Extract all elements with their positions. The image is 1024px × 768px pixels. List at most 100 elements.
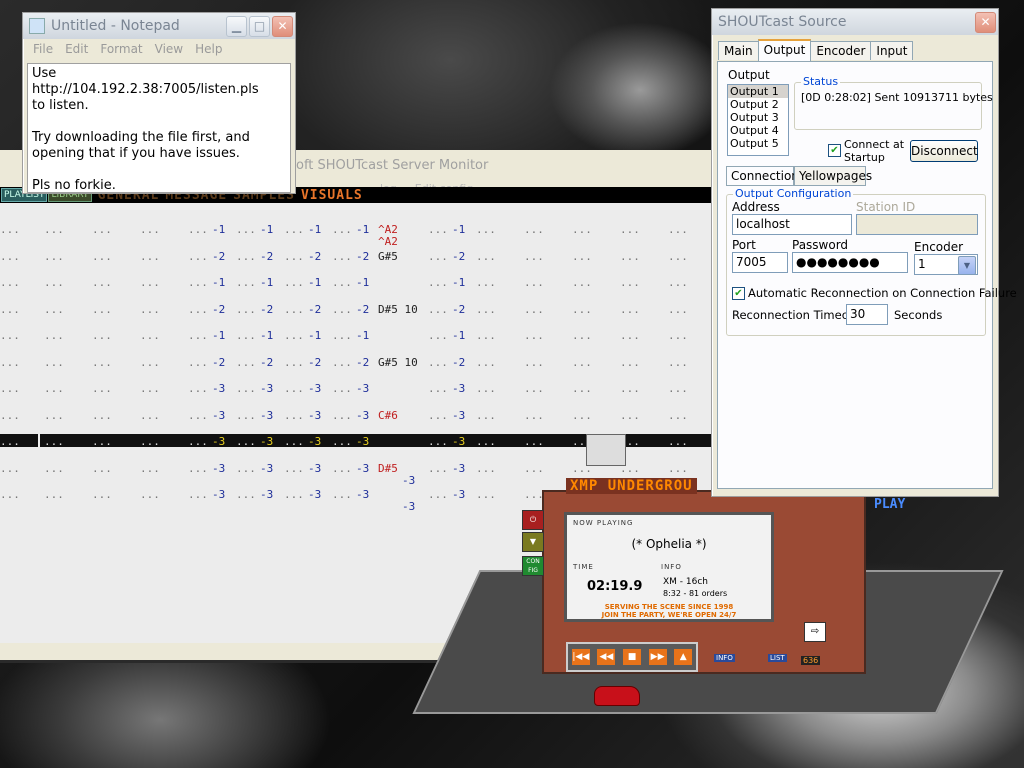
empty-cell: ... [524,382,544,395]
pattern-row[interactable]: ........................................… [0,303,712,316]
rewind-button[interactable]: ◀◀ [597,649,616,665]
encoder-select[interactable]: 1 ▼ [914,254,978,275]
subtab-connection[interactable]: Connection [726,166,799,186]
output-item-1[interactable]: Output 1 [728,85,788,98]
volume-cell: -2 [212,355,226,369]
tab-visuals[interactable]: VISUALS [301,188,363,203]
empty-cell: ... [188,223,208,236]
empty-cell: ... [92,249,112,263]
volume-button[interactable]: ▼ [522,532,544,552]
tab-main[interactable]: Main [718,41,759,60]
port-input[interactable]: 7005 [732,252,788,273]
song-title: (* Ophelia *) [631,537,707,551]
volume-cell: -3 [452,408,466,422]
close-button[interactable]: ✕ [272,15,293,37]
maximize-button[interactable]: □ [249,15,270,37]
power-button[interactable]: ⏻ [522,510,544,530]
prev-track-button[interactable]: |◀◀ [571,649,590,665]
empty-cell: ... [44,223,64,236]
menu-help[interactable]: Help [195,42,222,56]
empty-cell: ... [140,223,160,236]
empty-cell: ... [572,329,592,342]
forward-button[interactable]: ▶▶ [648,649,667,665]
eject-button[interactable]: ▲ [674,649,693,665]
tab-encoder[interactable]: Encoder [810,41,872,60]
stop-button[interactable]: ■ [622,649,641,665]
empty-cell: ... [332,276,352,289]
notepad-titlebar[interactable]: Untitled - Notepad ▁ □ ✕ [23,13,295,39]
reconnect-timeout-input[interactable]: 30 [846,304,888,325]
output-item-3[interactable]: Output 3 [728,111,788,124]
empty-cell: ... [0,435,20,448]
sub-note-cell: -3 [402,500,416,513]
shoutcast-close-button[interactable]: ✕ [975,11,996,33]
slogan-line-2: JOIN THE PARTY, WE'RE OPEN 24/7 [601,611,737,619]
info-button[interactable]: INFO [714,654,735,662]
pattern-row[interactable]: ........................................… [0,250,712,263]
pattern-row[interactable]: ........................................… [0,382,712,395]
volume-cell: -1 [212,329,226,342]
pattern-row[interactable]: ........................................… [0,409,712,422]
volume-cell: -2 [356,249,370,263]
empty-cell: ... [332,302,352,316]
empty-cell: ... [620,223,640,236]
menu-file[interactable]: File [33,42,53,56]
subtab-yellowpages[interactable]: Yellowpages [794,166,872,186]
disconnect-button[interactable]: Disconnect [910,140,978,162]
output-item-5[interactable]: Output 5 [728,137,788,150]
output-list[interactable]: Output 1 Output 2 Output 3 Output 4 Outp… [727,84,789,156]
password-input[interactable]: ●●●●●●●● [792,252,908,273]
address-input[interactable]: localhost [732,214,852,235]
volume-cell: -2 [212,302,226,316]
empty-cell: ... [572,408,592,422]
pattern-row[interactable]: ........................................… [0,276,712,289]
auto-reconnect-label: Automatic Reconnection on Connection Fai… [748,286,1017,300]
list-button[interactable]: LIST [768,654,787,662]
tab-output[interactable]: Output [757,39,812,62]
menu-format[interactable]: Format [100,42,142,56]
volume-cell: -3 [308,488,322,501]
empty-cell: ... [476,223,496,236]
empty-cell: ... [476,355,496,369]
open-file-icon[interactable]: ⇨ [804,622,826,642]
volume-cell: -2 [260,249,274,263]
empty-cell: ... [332,435,352,448]
transport-controls: |◀◀ ◀◀ ■ ▶▶ ▲ [566,642,698,672]
empty-cell: ... [0,408,20,422]
empty-cell: ... [284,435,304,448]
minimize-button[interactable]: ▁ [226,15,247,37]
empty-cell: ... [620,408,640,422]
output-item-4[interactable]: Output 4 [728,124,788,137]
empty-cell: ... [188,382,208,395]
auto-reconnect-checkbox[interactable]: ✔ [732,287,745,300]
volume-cell: -2 [308,302,322,316]
server-monitor-title: oft SHOUTcast Server Monitor [296,158,489,173]
shoutcast-titlebar[interactable]: SHOUTcast Source ✕ [712,9,998,35]
pattern-row[interactable]: ........................................… [0,223,712,248]
empty-cell: ... [428,382,448,395]
empty-cell: ... [0,223,20,236]
empty-cell: ... [44,302,64,316]
menu-edit[interactable]: Edit [65,42,88,56]
chevron-down-icon[interactable]: ▼ [958,256,976,274]
menu-view[interactable]: View [155,42,183,56]
notepad-text-area[interactable]: Use http://104.192.2.38:7005/listen.pls … [27,63,291,193]
empty-cell: ... [428,249,448,263]
tab-input[interactable]: Input [870,41,914,60]
pattern-row[interactable]: ........................................… [0,356,712,369]
seconds-label: Seconds [894,308,943,322]
connect-at-startup-checkbox[interactable]: ✔ [828,144,841,157]
empty-cell: ... [236,302,256,316]
empty-cell: ... [0,276,20,289]
empty-cell: ... [284,329,304,342]
empty-cell: ... [524,302,544,316]
empty-cell: ... [140,355,160,369]
volume-cell: -1 [356,276,370,289]
pattern-row[interactable]: ........................................… [0,329,712,342]
config-button[interactable]: CON FIG [522,556,544,576]
volume-cell: -1 [260,329,274,342]
slogan: SERVING THE SCENE SINCE 1998 JOIN THE PA… [567,603,771,619]
encoder-label: Encoder [914,240,964,254]
empty-cell: ... [92,382,112,395]
output-item-2[interactable]: Output 2 [728,98,788,111]
